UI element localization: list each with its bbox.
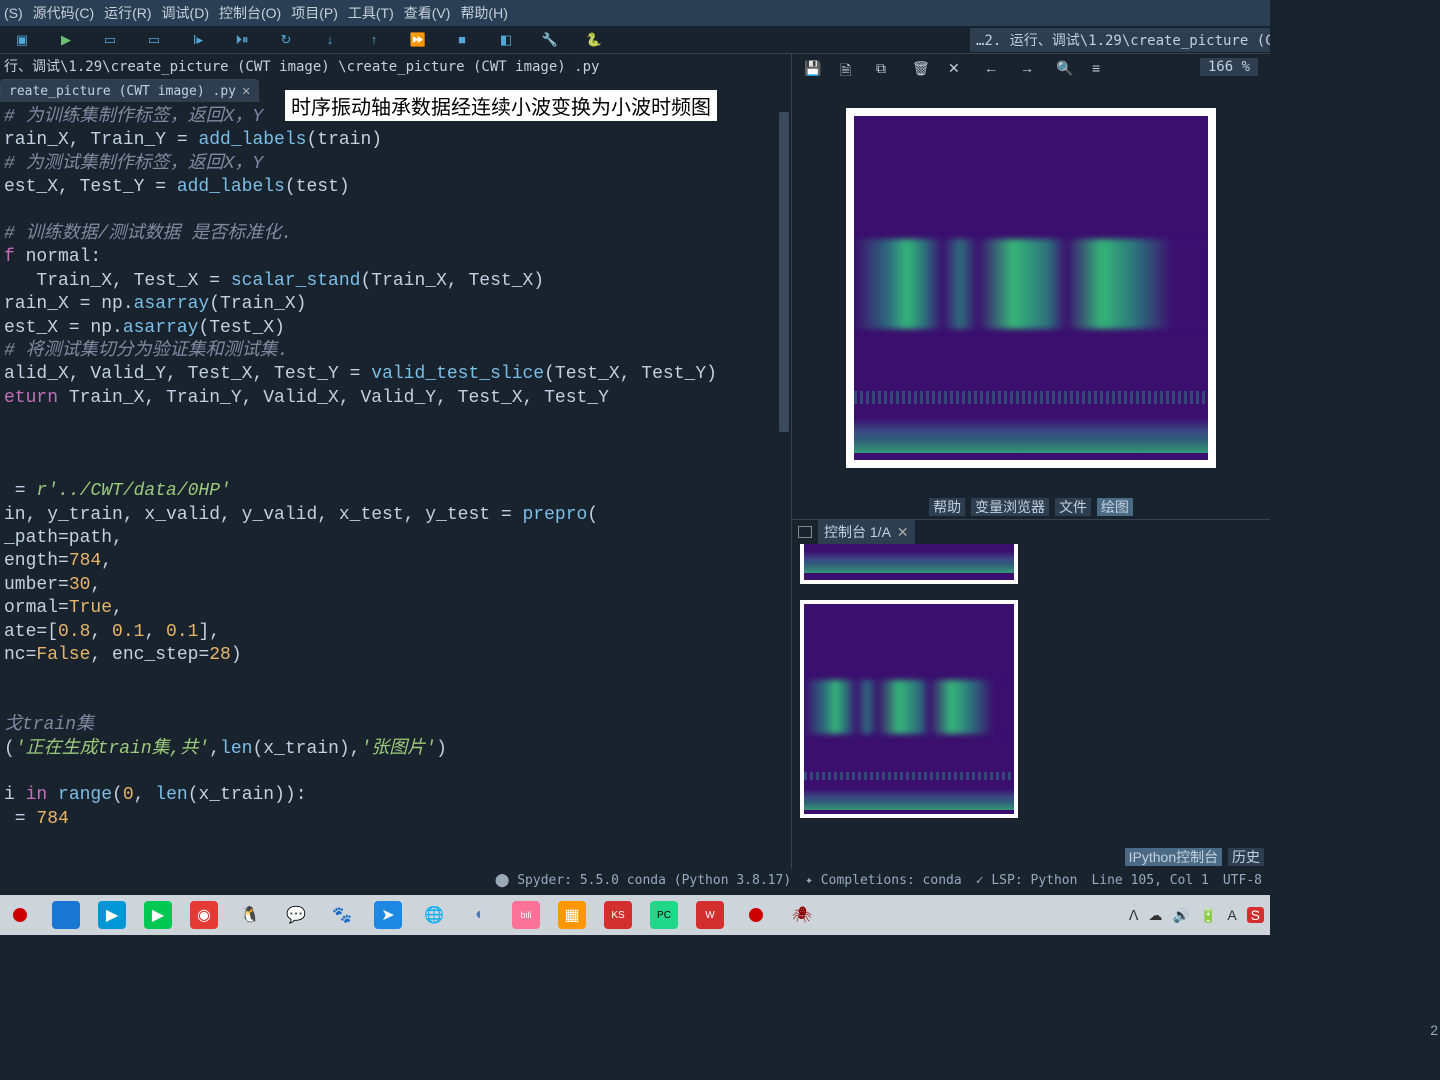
tab-variable-explorer[interactable]: 变量浏览器 xyxy=(971,498,1049,516)
file-tab-label: reate_picture (CWT image) .py xyxy=(9,84,236,99)
zoom-icon[interactable]: 🔍 xyxy=(1056,60,1070,74)
run-cell-button[interactable]: ▭ xyxy=(88,26,132,54)
debug-button[interactable]: ⏵⏸ xyxy=(220,26,264,54)
menu-item[interactable]: 帮助(H) xyxy=(460,3,507,23)
menu-item[interactable]: 控制台(O) xyxy=(219,3,281,23)
menu-item[interactable]: 运行(R) xyxy=(104,3,151,23)
run-cell-advance-button[interactable]: ▭ xyxy=(132,26,176,54)
new-file-button[interactable]: ▣ xyxy=(0,26,44,54)
status-encoding[interactable]: UTF-8 xyxy=(1223,873,1262,888)
edge-icon[interactable]: 🌐 xyxy=(420,901,448,929)
corner-badge: 2 xyxy=(1430,1022,1438,1038)
status-bar: ⬤ Spyder: 5.5.0 conda (Python 3.8.17) ✦ … xyxy=(0,869,1270,891)
next-icon[interactable]: → xyxy=(1020,60,1034,74)
working-dir[interactable]: …2. 运行、调试\1.29\create_picture (CWT ima xyxy=(970,28,1270,52)
continue-button[interactable]: ⏩ xyxy=(396,26,440,54)
step-in-button[interactable]: ↓ xyxy=(308,26,352,54)
plot-viewer[interactable] xyxy=(792,80,1270,495)
right-pane-tabs: 帮助 变量浏览器 文件 绘图 xyxy=(792,495,1270,519)
spyder-icon[interactable]: 🕷 xyxy=(788,901,816,929)
scrollbar-vertical[interactable] xyxy=(777,102,789,869)
close-icon[interactable]: ✕ xyxy=(242,83,250,99)
console-options-icon[interactable] xyxy=(798,526,812,538)
plot-thumbnail[interactable] xyxy=(800,544,1018,584)
tray-battery-icon[interactable]: 🔋 xyxy=(1200,907,1217,924)
status-cursor[interactable]: Line 105, Col 1 xyxy=(1091,873,1208,888)
menu-item[interactable]: 查看(V) xyxy=(404,3,451,23)
annotation-overlay: 时序振动轴承数据经连续小波变换为小波时频图 xyxy=(285,90,717,121)
save-all-icon[interactable]: 🗎 xyxy=(840,60,854,74)
copy-icon[interactable]: ⧉ xyxy=(876,60,890,74)
close-icon[interactable]: ✕ xyxy=(897,524,909,541)
app-icon[interactable]: ◉ xyxy=(190,901,218,929)
browser-icon[interactable]: ◐ xyxy=(466,901,494,929)
zoom-level[interactable]: 166 % xyxy=(1200,58,1258,76)
wechat-icon[interactable]: 💬 xyxy=(282,901,310,929)
prev-icon[interactable]: ← xyxy=(984,60,998,74)
cwt-image xyxy=(846,108,1216,468)
plot-toolbar: 💾 🗎 ⧉ 🗑 ✕ ← → 🔍 ≡ 166 % xyxy=(792,54,1270,80)
menu-item[interactable]: 调试(D) xyxy=(162,3,209,23)
file-tab[interactable]: reate_picture (CWT image) .py ✕ xyxy=(0,79,259,102)
console-tab-label: 控制台 1/A xyxy=(824,522,891,542)
run-selection-button[interactable]: I▸ xyxy=(176,26,220,54)
baidu-icon[interactable]: 🐾 xyxy=(328,901,356,929)
code-editor[interactable]: # 为训练集制作标签，返回X，Y rain_X, Train_Y = add_l… xyxy=(0,102,791,869)
console-tab[interactable]: 控制台 1/A ✕ xyxy=(818,520,915,544)
record-icon[interactable] xyxy=(742,901,770,929)
tray-cloud-icon[interactable]: ☁ xyxy=(1148,907,1162,924)
layout-button[interactable]: ◧ xyxy=(484,26,528,54)
tray-ime-icon[interactable]: A xyxy=(1227,907,1236,923)
menu-item[interactable]: 工具(T) xyxy=(348,3,394,23)
console-output[interactable] xyxy=(792,544,1270,845)
app-icon[interactable]: ▦ xyxy=(558,901,586,929)
tray-chevron-icon[interactable]: ᐱ xyxy=(1129,907,1139,924)
hamburger-icon[interactable]: ≡ xyxy=(1092,60,1106,74)
menu-bar[interactable]: (S) 源代码(C) 运行(R) 调试(D) 控制台(O) 项目(P) 工具(T… xyxy=(0,0,1270,26)
status-spyder[interactable]: ⬤ Spyder: 5.5.0 conda (Python 3.8.17) xyxy=(495,873,791,888)
app-icon[interactable]: ▶ xyxy=(144,901,172,929)
console-pane: 控制台 1/A ✕ IPython控制台 历史 xyxy=(792,519,1270,869)
tab-files[interactable]: 文件 xyxy=(1055,498,1091,516)
step-button[interactable]: ↻ xyxy=(264,26,308,54)
app-icon[interactable]: ➤ xyxy=(374,901,402,929)
pycharm-icon[interactable]: PC xyxy=(650,901,678,929)
tab-plots[interactable]: 绘图 xyxy=(1097,498,1133,516)
console-bottom-tabs: IPython控制台 历史 xyxy=(792,845,1270,869)
tab-help[interactable]: 帮助 xyxy=(929,498,965,516)
record-icon[interactable] xyxy=(6,901,34,929)
tab-history[interactable]: 历史 xyxy=(1228,848,1264,866)
tray-volume-icon[interactable]: 🔊 xyxy=(1172,907,1189,924)
wps-icon[interactable]: W xyxy=(696,901,724,929)
qq-icon[interactable]: 🐧 xyxy=(236,901,264,929)
status-lsp[interactable]: ✓ LSP: Python xyxy=(976,873,1078,888)
python-icon[interactable]: 🐍 xyxy=(572,26,616,54)
app-icon[interactable]: ▶ xyxy=(98,901,126,929)
bilibili-icon[interactable]: bili xyxy=(512,901,540,929)
menu-item[interactable]: (S) xyxy=(4,5,23,21)
app-icon[interactable]: KS xyxy=(604,901,632,929)
menu-item[interactable]: 项目(P) xyxy=(291,3,338,23)
task-view-icon[interactable] xyxy=(52,901,80,929)
step-out-button[interactable]: ↑ xyxy=(352,26,396,54)
status-completions[interactable]: ✦ Completions: conda xyxy=(805,873,962,888)
run-button[interactable]: ▶ xyxy=(44,26,88,54)
windows-taskbar[interactable]: ▶ ▶ ◉ 🐧 💬 🐾 ➤ 🌐 ◐ bili ▦ KS PC W 🕷 ᐱ ☁ 🔊… xyxy=(0,895,1270,935)
editor-pane: 行、调试\1.29\create_picture (CWT image) \cr… xyxy=(0,54,792,869)
stop-button[interactable]: ■ xyxy=(440,26,484,54)
main-toolbar: ▣ ▶ ▭ ▭ I▸ ⏵⏸ ↻ ↓ ↑ ⏩ ■ ◧ 🔧 🐍 …2. 运行、调试\… xyxy=(0,26,1270,54)
plot-thumbnail[interactable] xyxy=(800,600,1018,818)
system-tray[interactable]: ᐱ ☁ 🔊 🔋 A S xyxy=(1129,907,1264,924)
close-icon[interactable]: ✕ xyxy=(948,60,962,74)
wrench-icon[interactable]: 🔧 xyxy=(528,26,572,54)
delete-icon[interactable]: 🗑 xyxy=(912,60,926,74)
save-icon[interactable]: 💾 xyxy=(804,60,818,74)
menu-item[interactable]: 源代码(C) xyxy=(33,3,94,23)
tray-ime-icon[interactable]: S xyxy=(1247,907,1264,923)
breadcrumb[interactable]: 行、调试\1.29\create_picture (CWT image) \cr… xyxy=(0,54,791,78)
tab-ipython[interactable]: IPython控制台 xyxy=(1125,848,1222,866)
